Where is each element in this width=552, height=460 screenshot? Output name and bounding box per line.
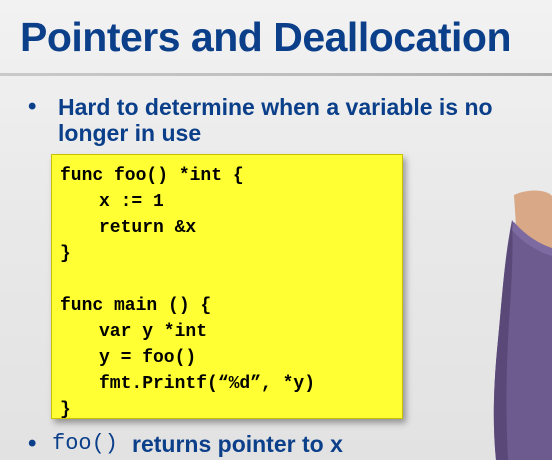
bullet-text: Hard to determine when a variable is no … [58,94,493,146]
bullet-item: • Hard to determine when a variable is n… [28,93,508,147]
presenter-image [493,190,552,460]
code-line: } [60,400,71,420]
slide: Pointers and Deallocation • Hard to dete… [0,0,552,460]
code-line: y = foo() [99,348,197,368]
bullet-item: • foo() returns pointer to x [28,430,498,458]
bullet-text: returns pointer to x [132,431,343,457]
bullet-dot-icon: • [28,430,37,457]
code-line: func foo() *int { [60,166,244,186]
bullet-code: foo() [52,431,119,456]
code-line: x := 1 [99,192,164,212]
code-line: return &x [99,218,197,238]
code-line: var y *int [99,322,208,342]
code-line: fmt.Printf(“%d”, *y) [99,374,316,394]
code-line: } [60,244,71,264]
slide-title: Pointers and Deallocation [20,14,512,60]
bullet-dot-icon: • [28,93,37,120]
code-line: func main () { [60,296,212,316]
code-block: func foo() *int { x := 1 return &x } fun… [51,154,403,420]
